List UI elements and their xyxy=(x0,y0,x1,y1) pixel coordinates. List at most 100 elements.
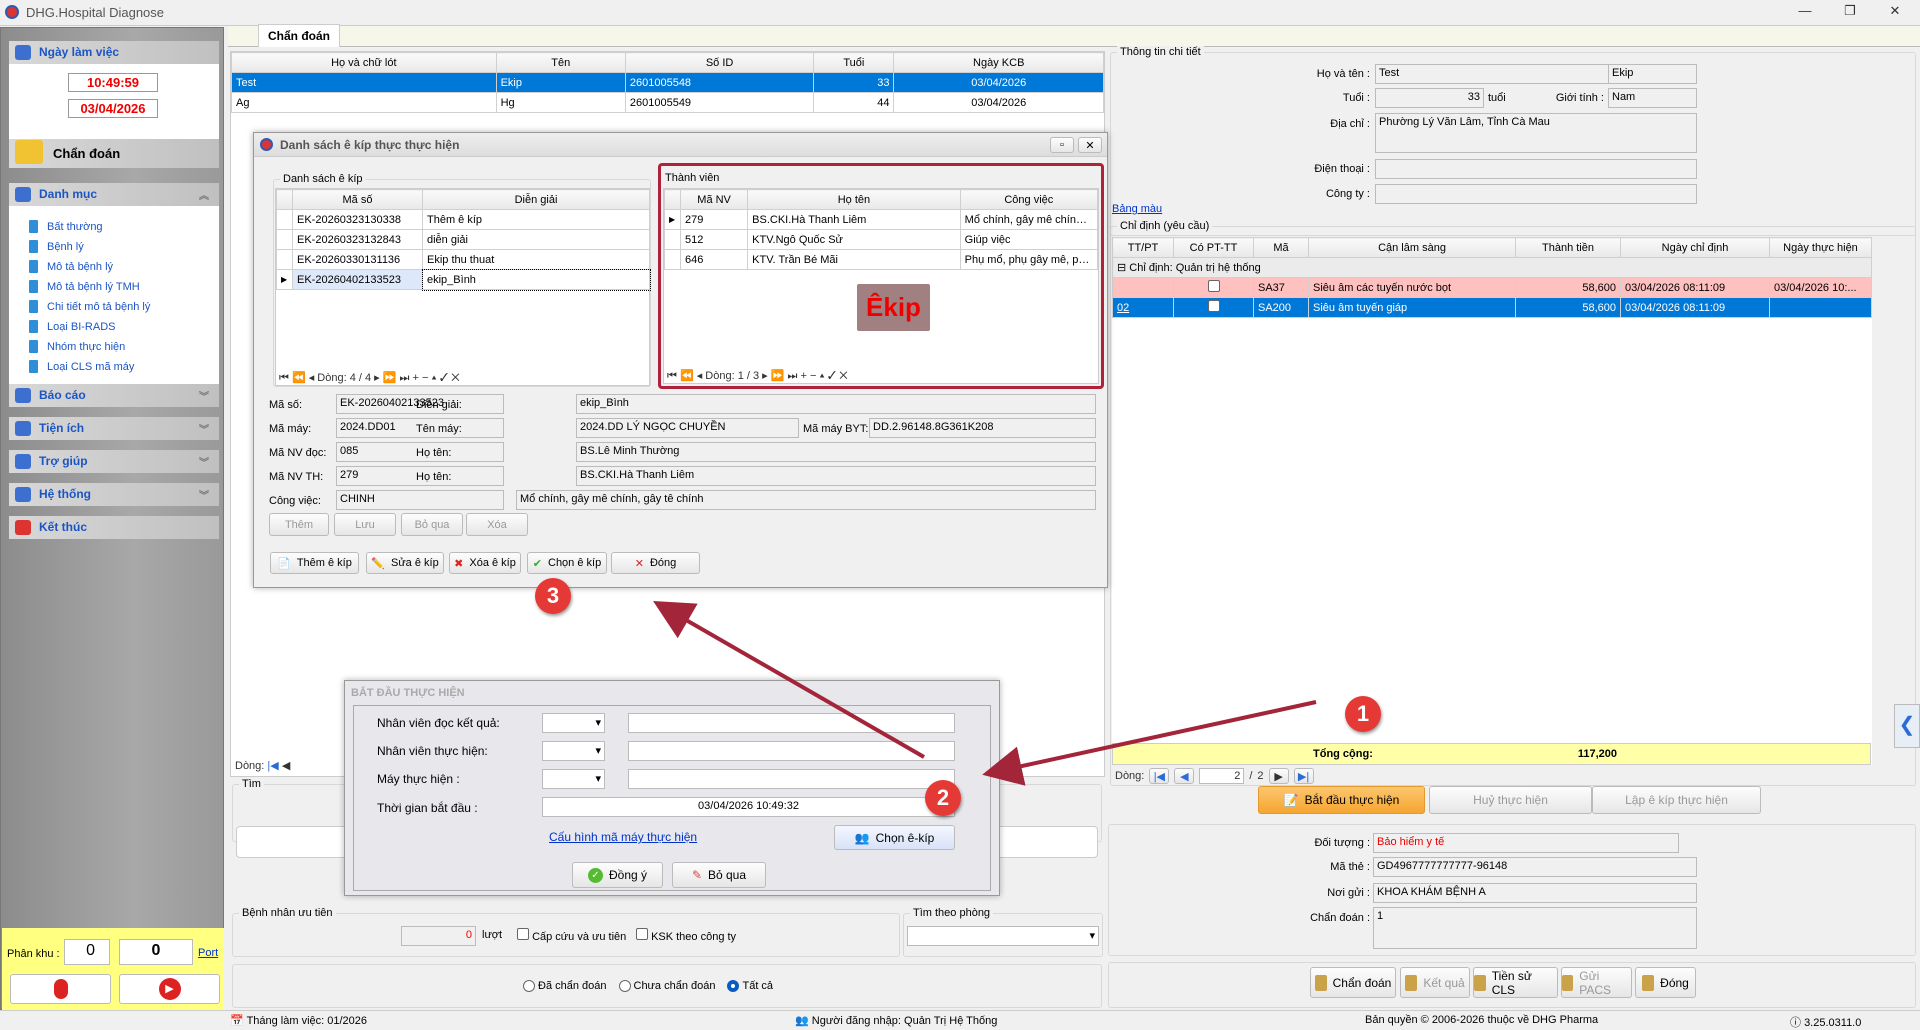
table-row[interactable]: Test Ekip 2601005548 33 03/04/2026 xyxy=(231,72,1104,93)
color-legend-link[interactable]: Bảng màu xyxy=(1112,203,1162,215)
table-row[interactable]: EK-20260323130338 Thêm ê kíp xyxy=(276,209,650,230)
column-header[interactable]: Thành tiền xyxy=(1515,237,1621,258)
dien-giai-field[interactable]: ekip_Bình xyxy=(576,394,1096,414)
byt-field[interactable]: DD.2.96148.8G361K208 xyxy=(869,418,1096,438)
send-pacs-button[interactable]: Gửi PACS xyxy=(1561,967,1632,998)
edit-ekip-button[interactable]: ✏️ Sửa ê kíp xyxy=(366,552,444,574)
filter-radio[interactable]: Đã chẩn đoán xyxy=(523,980,607,992)
ksk-checkbox[interactable]: KSK theo công ty xyxy=(636,928,736,943)
column-header[interactable]: Ngày chỉ định xyxy=(1620,237,1770,258)
column-header[interactable]: Mã NV xyxy=(680,189,749,210)
table-row[interactable]: ▶ EK-20260402133523 ekip_Bình xyxy=(276,268,651,291)
reader-select[interactable]: ▾ xyxy=(542,713,605,733)
choose-ekip-button[interactable]: 👥 Chọn ê-kíp xyxy=(834,825,955,850)
catalog-item[interactable]: Nhóm thực hiện xyxy=(27,338,125,356)
ten-may-field[interactable]: 2024.DD LÝ NGỌC CHUYỀN xyxy=(576,418,799,438)
performer-name-field[interactable] xyxy=(628,741,955,761)
sidebar-section[interactable]: Kết thúc xyxy=(9,516,219,539)
zone-spinner-1[interactable]: 0 xyxy=(64,939,110,965)
cong-viec-desc-field[interactable]: Mổ chính, gây mê chính, gây tê chính xyxy=(516,490,1096,510)
cancel-execution-button[interactable]: Huỷ thực hiện xyxy=(1429,786,1592,814)
page-input[interactable]: 2 xyxy=(1199,768,1245,784)
create-ekip-button[interactable]: Lập ê kíp thực hiện xyxy=(1592,786,1761,814)
cancel-button[interactable]: ✎ Bỏ qua xyxy=(672,862,766,888)
pt-checkbox[interactable] xyxy=(1207,300,1220,312)
zone-spinner-2[interactable]: 0 xyxy=(119,939,193,965)
machine-select[interactable]: ▾ xyxy=(542,769,605,789)
play-button[interactable]: ▶ xyxy=(119,974,220,1004)
sidebar-section[interactable]: Tiện ích ︾ xyxy=(9,417,219,440)
column-header[interactable]: Họ và chữ lót xyxy=(231,52,497,73)
column-header[interactable]: Diễn giải xyxy=(422,189,650,210)
maximize-button[interactable]: ▫ xyxy=(1050,137,1074,153)
performer-select[interactable]: ▾ xyxy=(542,741,605,761)
table-row[interactable]: EK-20260323132843 diễn giải xyxy=(276,229,650,250)
result-button[interactable]: Kết quả xyxy=(1400,967,1470,998)
machine-config-link[interactable]: Cấu hình mã máy thực hiện xyxy=(549,830,697,844)
catalog-item[interactable]: Bất thường xyxy=(27,218,103,236)
filter-radio[interactable]: Chưa chẩn đoán xyxy=(618,980,715,992)
save-member-button[interactable]: Lưu xyxy=(334,513,396,536)
work-date[interactable]: 03/04/2026 xyxy=(68,99,158,118)
collapse-group-icon[interactable]: ⊟ xyxy=(1117,262,1126,274)
catalog-item[interactable]: Bệnh lý xyxy=(27,238,84,256)
members-nav[interactable]: ⏮ ⏪ ◂ Dòng: 1 / 3 ▸ ⏩ ⏭ + − ▴ ✓ ✕ xyxy=(667,369,848,383)
table-row[interactable]: ▶ 279 BS.CKI.Hà Thanh Liêm Mổ chính, gây mê… xyxy=(663,209,1099,230)
close-button[interactable]: ✕ xyxy=(1078,137,1102,153)
catalog-header[interactable]: Danh mục ︽ xyxy=(9,183,219,206)
select-ekip-button[interactable]: ✔ Chọn ê kíp xyxy=(527,552,607,574)
tab-diagnose[interactable]: Chẩn đoán xyxy=(258,24,340,47)
group-row[interactable]: ⊟ Chỉ định: Quản trị hệ thống xyxy=(1112,257,1872,278)
sidebar-diagnose[interactable]: Chẩn đoán xyxy=(9,139,219,168)
table-row[interactable]: 512 KTV.Ngô Quốc Sử Giúp việc xyxy=(663,229,1099,250)
table-row[interactable]: 646 KTV. Trần Bé Mãi Phụ mổ, phụ gây mê, p… xyxy=(663,249,1099,270)
emergency-checkbox[interactable]: Cấp cứu và ưu tiên xyxy=(517,928,626,943)
column-header[interactable]: Cận lâm sàng xyxy=(1308,237,1516,258)
skip-member-button[interactable]: Bỏ qua xyxy=(401,513,463,536)
next-page-button[interactable]: ▶ xyxy=(1268,768,1289,784)
ekip-list-nav[interactable]: ⏮ ⏪ ◂ Dòng: 4 / 4 ▸ ⏩ ⏭ + − ▴ ✓ ✕ xyxy=(279,371,460,385)
column-header[interactable]: Họ tên xyxy=(747,189,961,210)
prev-page-button[interactable]: ◀ xyxy=(1174,768,1195,784)
column-header[interactable]: Số ID xyxy=(624,52,815,73)
maximize-button[interactable]: ❐ xyxy=(1835,3,1865,21)
pt-checkbox[interactable] xyxy=(1207,280,1220,292)
table-row[interactable]: 02 SA200 Siêu âm tuyến giáp 58,600 03/04/202… xyxy=(1112,297,1872,318)
minimize-button[interactable]: — xyxy=(1790,3,1820,21)
column-header[interactable]: Mã số xyxy=(292,189,423,210)
catalog-item[interactable]: Loại CLS mã máy xyxy=(27,358,134,376)
sidebar-section[interactable]: Trợ giúp ︾ xyxy=(9,450,219,473)
delete-ekip-button[interactable]: ✖ Xóa ê kíp xyxy=(449,552,521,574)
sidebar-section[interactable]: Báo cáo ︾ xyxy=(9,384,219,407)
column-header[interactable]: Mã xyxy=(1253,237,1309,258)
start-time-field[interactable]: 03/04/2026 10:49:32 xyxy=(542,797,955,817)
reader-name-field[interactable] xyxy=(628,713,955,733)
column-header[interactable]: Tên xyxy=(495,52,626,73)
diagnose-button[interactable]: Chẩn đoán xyxy=(1310,967,1396,998)
start-execution-button[interactable]: 📝 Bắt đầu thực hiện xyxy=(1258,786,1425,814)
ok-button[interactable]: ✓ Đồng ý xyxy=(572,862,663,888)
last-page-button[interactable]: ▶| xyxy=(1293,768,1314,784)
cls-history-button[interactable]: Tiền sử CLS xyxy=(1473,967,1558,998)
column-header[interactable]: Ngày KCB xyxy=(893,52,1104,73)
column-header[interactable]: TT/PT xyxy=(1112,237,1174,258)
room-select[interactable]: ▾ xyxy=(907,926,1099,946)
work-day-header[interactable]: Ngày làm việc xyxy=(9,41,219,64)
close-button[interactable]: ✕ Đóng xyxy=(611,552,700,574)
delete-member-button[interactable]: Xóa xyxy=(466,513,528,536)
catalog-item[interactable]: Loại BI-RADS xyxy=(27,318,115,336)
column-header[interactable]: Có PT-TT xyxy=(1173,237,1254,258)
catalog-item[interactable]: Chi tiết mô tả bệnh lý xyxy=(27,298,150,316)
column-header[interactable]: Công việc xyxy=(959,189,1099,210)
prev-page-button[interactable]: ◀ xyxy=(282,760,290,772)
collapse-panel-button[interactable]: ❮ xyxy=(1894,704,1920,748)
nv-doc-name-field[interactable]: BS.Lê Minh Thường xyxy=(576,442,1096,462)
close-button[interactable]: Đóng xyxy=(1635,967,1696,998)
table-row[interactable]: SA37 Siêu âm các tuyến nước bọt 58,600 03/0… xyxy=(1112,277,1872,298)
column-header[interactable]: Tuổi xyxy=(813,52,895,73)
first-page-button[interactable]: |◀ xyxy=(1149,768,1170,784)
table-row[interactable]: Ag Hg 2601005549 44 03/04/2026 xyxy=(231,92,1104,113)
cong-viec-field[interactable]: CHINH xyxy=(336,490,504,510)
record-button[interactable] xyxy=(10,974,111,1004)
catalog-item[interactable]: Mô tả bệnh lý xyxy=(27,258,113,276)
